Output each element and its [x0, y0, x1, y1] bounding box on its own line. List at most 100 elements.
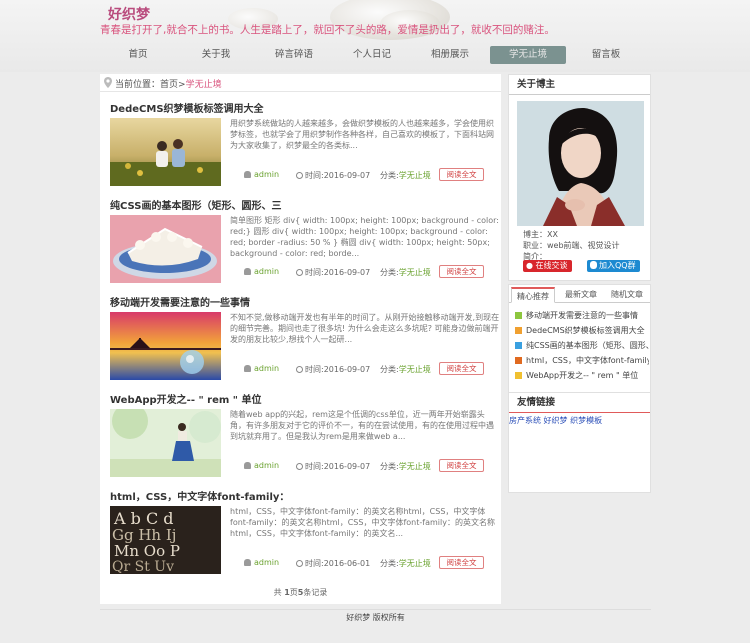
article-category: 分类:学无止境: [380, 170, 431, 181]
bullet-icon: [515, 312, 522, 319]
pager-prefix: 共: [273, 588, 285, 597]
time-text: 时间:2016-09-07: [305, 268, 371, 277]
author-link[interactable]: admin: [254, 461, 279, 470]
svg-text:Qr St Uv: Qr St Uv: [112, 559, 174, 574]
weibo-chat-button[interactable]: ● 在线交谈: [523, 260, 572, 272]
category-label: 分类:: [380, 365, 399, 374]
category-link[interactable]: 学无止境: [399, 268, 431, 277]
tab-latest[interactable]: 最新文章: [559, 287, 603, 303]
friend-link[interactable]: 房产系统: [509, 416, 541, 425]
qq-label: 加入QQ群: [599, 261, 636, 270]
article-list-panel: 当前位置：首页>学无止境 DedeCMS织梦模板标签调用大全 用织梦系统做站的人…: [100, 74, 501, 604]
breadcrumb-current[interactable]: 学无止境: [186, 80, 222, 90]
breadcrumb-home-link[interactable]: 首页: [160, 80, 178, 90]
pager-mid: 页: [289, 588, 298, 597]
article-author: admin: [244, 170, 279, 179]
about-blogger-line: 博主：XX: [523, 230, 558, 239]
site-logo[interactable]: 好织梦: [108, 4, 150, 24]
list-item-text: html，CSS，中文字体font-family：: [526, 356, 649, 365]
breadcrumb-separator: >: [178, 80, 186, 90]
list-item-text: WebApp开发之-- " rem " 单位: [526, 371, 639, 380]
article-thumbnail[interactable]: A b C d Gg Hh Ij Mn Oo P Qr St Uv: [110, 506, 221, 574]
blogger-avatar: [517, 101, 644, 226]
nav-about[interactable]: 关于我: [178, 46, 254, 64]
article-time: 时间:2016-09-07: [296, 461, 370, 472]
read-more-button[interactable]: 阅读全文: [439, 168, 484, 181]
article-time: 时间:2016-09-07: [296, 267, 370, 278]
list-item[interactable]: html，CSS，中文字体font-family：: [515, 353, 649, 368]
list-item[interactable]: 纯CSS画的基本图形（矩形、圆形、: [515, 338, 649, 353]
weibo-icon: ●: [526, 261, 533, 270]
user-icon: [244, 462, 251, 469]
nav-learning[interactable]: 学无止境: [490, 46, 566, 64]
article-time: 时间:2016-09-07: [296, 364, 370, 375]
time-text: 时间:2016-09-07: [305, 462, 371, 471]
category-link[interactable]: 学无止境: [399, 462, 431, 471]
list-item-text: DedeCMS织梦模板标签调用大全: [526, 326, 645, 335]
author-link[interactable]: admin: [254, 364, 279, 373]
read-more-button[interactable]: 阅读全文: [439, 556, 484, 569]
author-link[interactable]: admin: [254, 170, 279, 179]
article-meta: admin 时间:2016-09-07 分类:学无止境 阅读全文: [244, 265, 499, 278]
pagination-info: 共 1页5条记录: [100, 587, 501, 598]
category-label: 分类:: [380, 268, 399, 277]
article-thumbnail[interactable]: [110, 118, 221, 186]
article-thumbnail[interactable]: [110, 409, 221, 477]
category-link[interactable]: 学无止境: [399, 365, 431, 374]
links-title: 友情链接: [509, 393, 650, 413]
list-item-text: 移动端开发需要注意的一些事情: [526, 311, 638, 320]
article-title[interactable]: WebApp开发之-- " rem " 单位: [110, 391, 261, 406]
user-icon: [244, 559, 251, 566]
nav-album[interactable]: 相册展示: [412, 46, 488, 64]
article-summary: 简单图形 矩形 div{ width: 100px; height: 100px…: [230, 216, 499, 258]
user-icon: [244, 171, 251, 178]
author-link[interactable]: admin: [254, 267, 279, 276]
article-title[interactable]: 纯CSS画的基本图形（矩形、圆形、三: [110, 197, 281, 212]
bullet-icon: [515, 327, 522, 334]
article-summary: 不知不觉,做移动端开发也有半年的时间了。从刚开始接触移动端开发,到现在的细节完善…: [230, 313, 500, 344]
category-link[interactable]: 学无止境: [399, 559, 431, 568]
category-label: 分类:: [380, 462, 399, 471]
article-author: admin: [244, 461, 279, 470]
svg-text:Mn Oo P: Mn Oo P: [114, 542, 180, 560]
article-tabs-box: 精心推荐 最新文章 随机文章 移动端开发需要注意的一些事情 DedeCMS织梦模…: [508, 284, 651, 394]
time-text: 时间:2016-09-07: [305, 171, 371, 180]
breadcrumb-label: 当前位置：: [115, 80, 161, 90]
friend-link[interactable]: 好织梦: [544, 416, 568, 425]
clock-icon: [296, 366, 303, 373]
friend-link[interactable]: 织梦模板: [570, 416, 602, 425]
article-thumbnail[interactable]: [110, 312, 221, 380]
article-title[interactable]: DedeCMS织梦模板标签调用大全: [110, 100, 264, 115]
friend-links-box: 友情链接 房产系统 好织梦 织梦模板: [508, 392, 651, 493]
links-list: 房产系统 好织梦 织梦模板: [509, 413, 650, 426]
article-title[interactable]: html，CSS，中文字体font-family：: [110, 488, 289, 503]
article-category: 分类:学无止境: [380, 364, 431, 375]
nav-home[interactable]: 首页: [100, 46, 176, 64]
nav-guestbook[interactable]: 留言板: [568, 46, 644, 64]
category-link[interactable]: 学无止境: [399, 171, 431, 180]
clock-icon: [296, 463, 303, 470]
read-more-button[interactable]: 阅读全文: [439, 459, 484, 472]
site-header: 好织梦 青春是打开了,就合不上的书。人生是踏上了，就回不了头的路，爱情是扔出了，…: [0, 0, 750, 72]
breadcrumb: 当前位置：首页>学无止境: [100, 74, 501, 92]
author-link[interactable]: admin: [254, 558, 279, 567]
article-summary: html，CSS，中文字体font-family：的英文名称html，CSS，中…: [230, 507, 495, 538]
category-label: 分类:: [380, 171, 399, 180]
article-category: 分类:学无止境: [380, 558, 431, 569]
breadcrumb-text: 当前位置：首页>学无止境: [115, 77, 222, 90]
category-label: 分类:: [380, 559, 399, 568]
tab-random[interactable]: 随机文章: [605, 287, 649, 303]
nav-diary[interactable]: 个人日记: [334, 46, 410, 64]
join-qq-group-button[interactable]: 加入QQ群: [587, 260, 640, 272]
clock-icon: [296, 560, 303, 567]
list-item[interactable]: WebApp开发之-- " rem " 单位: [515, 368, 649, 383]
article-title[interactable]: 移动端开发需要注意的一些事情: [110, 294, 250, 309]
read-more-button[interactable]: 阅读全文: [439, 265, 484, 278]
read-more-button[interactable]: 阅读全文: [439, 362, 484, 375]
nav-notes[interactable]: 碎言碎语: [256, 46, 332, 64]
article-thumbnail[interactable]: [110, 215, 221, 283]
list-item[interactable]: 移动端开发需要注意的一些事情: [515, 308, 649, 323]
tab-recommend[interactable]: 精心推荐: [511, 287, 555, 303]
qq-icon: [590, 261, 597, 269]
list-item[interactable]: DedeCMS织梦模板标签调用大全: [515, 323, 649, 338]
